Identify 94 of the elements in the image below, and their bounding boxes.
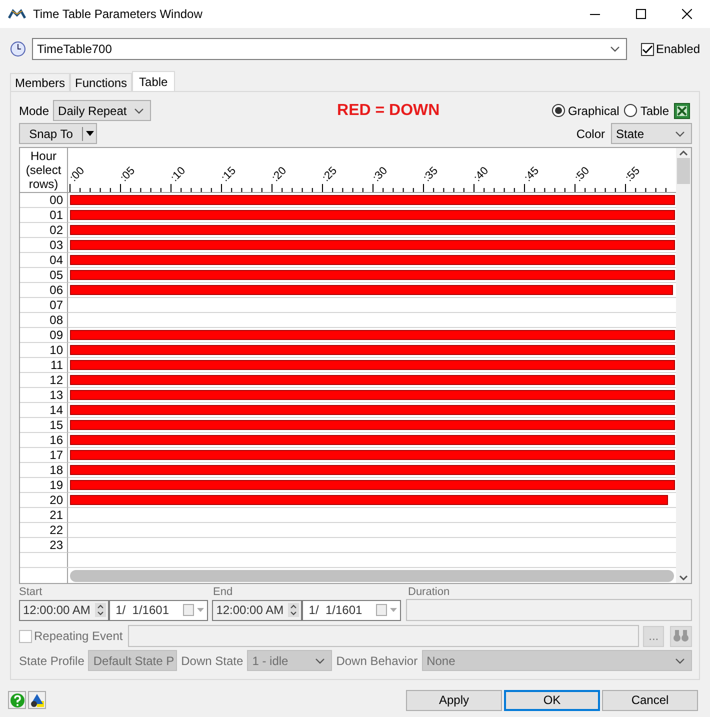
spreadsheet-icon[interactable] bbox=[674, 102, 690, 118]
hour-label[interactable]: 04 bbox=[20, 253, 68, 268]
spin-icon bbox=[94, 603, 106, 617]
tab[interactable]: Functions bbox=[70, 73, 132, 91]
start-date-field[interactable]: 1/ 1/1601 bbox=[108, 600, 208, 620]
app-icon bbox=[8, 9, 26, 19]
close-icon bbox=[682, 9, 692, 19]
mode-dropdown[interactable]: Daily Repeat bbox=[53, 100, 152, 121]
dialog-button[interactable]: Apply bbox=[406, 690, 502, 710]
binoculars-icon bbox=[673, 629, 690, 643]
view-radio[interactable] bbox=[624, 104, 638, 117]
enabled-label: Enabled bbox=[656, 42, 700, 56]
help-icon bbox=[10, 692, 24, 708]
tab[interactable]: Members bbox=[10, 73, 70, 91]
duration-label: Duration bbox=[408, 586, 450, 598]
dialog-button[interactable]: OK bbox=[504, 690, 600, 710]
hour-label[interactable]: 09 bbox=[20, 328, 68, 343]
hour-label[interactable]: 12 bbox=[20, 373, 68, 388]
hour-label[interactable]: 19 bbox=[20, 478, 68, 493]
minute-label: :05 bbox=[118, 164, 138, 184]
hour-label[interactable]: 08 bbox=[20, 313, 68, 328]
hour-label[interactable]: 11 bbox=[20, 358, 68, 373]
end-label: End bbox=[213, 586, 234, 598]
scroll-up-icon[interactable] bbox=[679, 150, 688, 156]
calendar-icon bbox=[376, 604, 398, 616]
minute-label: :15 bbox=[219, 164, 238, 184]
hour-label[interactable]: 07 bbox=[20, 298, 68, 313]
dialog-button[interactable]: Cancel bbox=[602, 690, 698, 710]
calendar-icon bbox=[183, 604, 206, 616]
vertical-scrollbar-thumb[interactable] bbox=[677, 158, 690, 184]
hour-header: Hour (select rows) bbox=[20, 148, 68, 192]
down-behavior-label: Down Behavior bbox=[336, 654, 418, 668]
down-state-label: Down State bbox=[181, 654, 244, 668]
color-dropdown[interactable]: State bbox=[611, 123, 692, 144]
hour-label[interactable]: 06 bbox=[20, 283, 68, 298]
start-label: Start bbox=[19, 586, 44, 598]
hour-label[interactable]: 15 bbox=[20, 418, 68, 433]
chevron-down-icon bbox=[315, 658, 326, 664]
hour-label[interactable]: 01 bbox=[20, 208, 68, 223]
minute-label: :45 bbox=[522, 164, 542, 184]
radio-label: Graphical bbox=[568, 104, 620, 118]
window-title: Time Table Parameters Window bbox=[33, 7, 202, 21]
chevron-down-icon bbox=[610, 46, 620, 52]
legend-text: RED = DOWN bbox=[337, 102, 440, 120]
hour-label[interactable]: 02 bbox=[20, 223, 68, 238]
horizontal-scrollbar[interactable] bbox=[70, 570, 674, 582]
minute-label: :35 bbox=[421, 164, 440, 184]
hour-label[interactable]: 18 bbox=[20, 463, 68, 478]
minute-label: :55 bbox=[623, 164, 642, 184]
view-radio[interactable] bbox=[552, 104, 565, 117]
tools-button[interactable] bbox=[28, 691, 46, 709]
snap-to-button[interactable]: Snap To bbox=[19, 123, 97, 144]
hour-label[interactable]: 22 bbox=[20, 523, 68, 538]
timetable-combo[interactable]: TimeTable700 bbox=[32, 38, 627, 60]
tab[interactable]: Table bbox=[132, 71, 175, 91]
hour-label[interactable]: 00 bbox=[20, 193, 68, 208]
chevron-down-icon bbox=[675, 658, 685, 664]
scroll-down-icon[interactable] bbox=[679, 575, 688, 581]
chevron-down-icon bbox=[675, 130, 685, 136]
duration-field[interactable] bbox=[406, 599, 692, 621]
hour-label[interactable]: 23 bbox=[20, 538, 68, 553]
end-date-field[interactable]: 1/ 1/1601 bbox=[302, 600, 402, 620]
radio-label: Table bbox=[640, 104, 669, 118]
hour-label[interactable]: 17 bbox=[20, 448, 68, 463]
hour-label[interactable]: 03 bbox=[20, 238, 68, 253]
hour-label[interactable]: 14 bbox=[20, 403, 68, 418]
minute-label: :25 bbox=[320, 164, 340, 184]
minute-label: :40 bbox=[472, 164, 491, 184]
hour-label[interactable]: 13 bbox=[20, 388, 68, 403]
shapes-icon bbox=[30, 692, 44, 708]
chevron-down-icon bbox=[134, 108, 144, 114]
hour-label[interactable]: 21 bbox=[20, 508, 68, 523]
maximize-icon bbox=[636, 9, 646, 19]
repeating-label: Repeating Event bbox=[34, 629, 123, 643]
hour-label[interactable]: 10 bbox=[20, 343, 68, 358]
hour-label[interactable]: 20 bbox=[20, 493, 68, 508]
hour-label[interactable]: 05 bbox=[20, 268, 68, 283]
repeating-field[interactable] bbox=[128, 625, 639, 647]
mode-label: Mode bbox=[19, 104, 50, 118]
enabled-checkbox[interactable] bbox=[640, 42, 654, 56]
repeating-checkbox[interactable] bbox=[19, 630, 32, 642]
state-profile-label: State Profile bbox=[19, 654, 84, 668]
color-label: Color bbox=[576, 126, 605, 140]
hour-label[interactable]: 16 bbox=[20, 433, 68, 448]
minute-label: :20 bbox=[270, 164, 289, 184]
clock-icon bbox=[10, 41, 26, 57]
caret-icon bbox=[86, 131, 94, 136]
minute-label: :00 bbox=[68, 164, 87, 184]
minute-label: :10 bbox=[168, 164, 188, 184]
start-time-field[interactable]: 12:00:00 AM bbox=[19, 600, 109, 620]
end-time-field[interactable]: 12:00:00 AM bbox=[212, 600, 302, 620]
minute-label: :30 bbox=[370, 164, 390, 184]
spin-icon bbox=[288, 603, 299, 617]
minute-label: :50 bbox=[572, 164, 592, 184]
